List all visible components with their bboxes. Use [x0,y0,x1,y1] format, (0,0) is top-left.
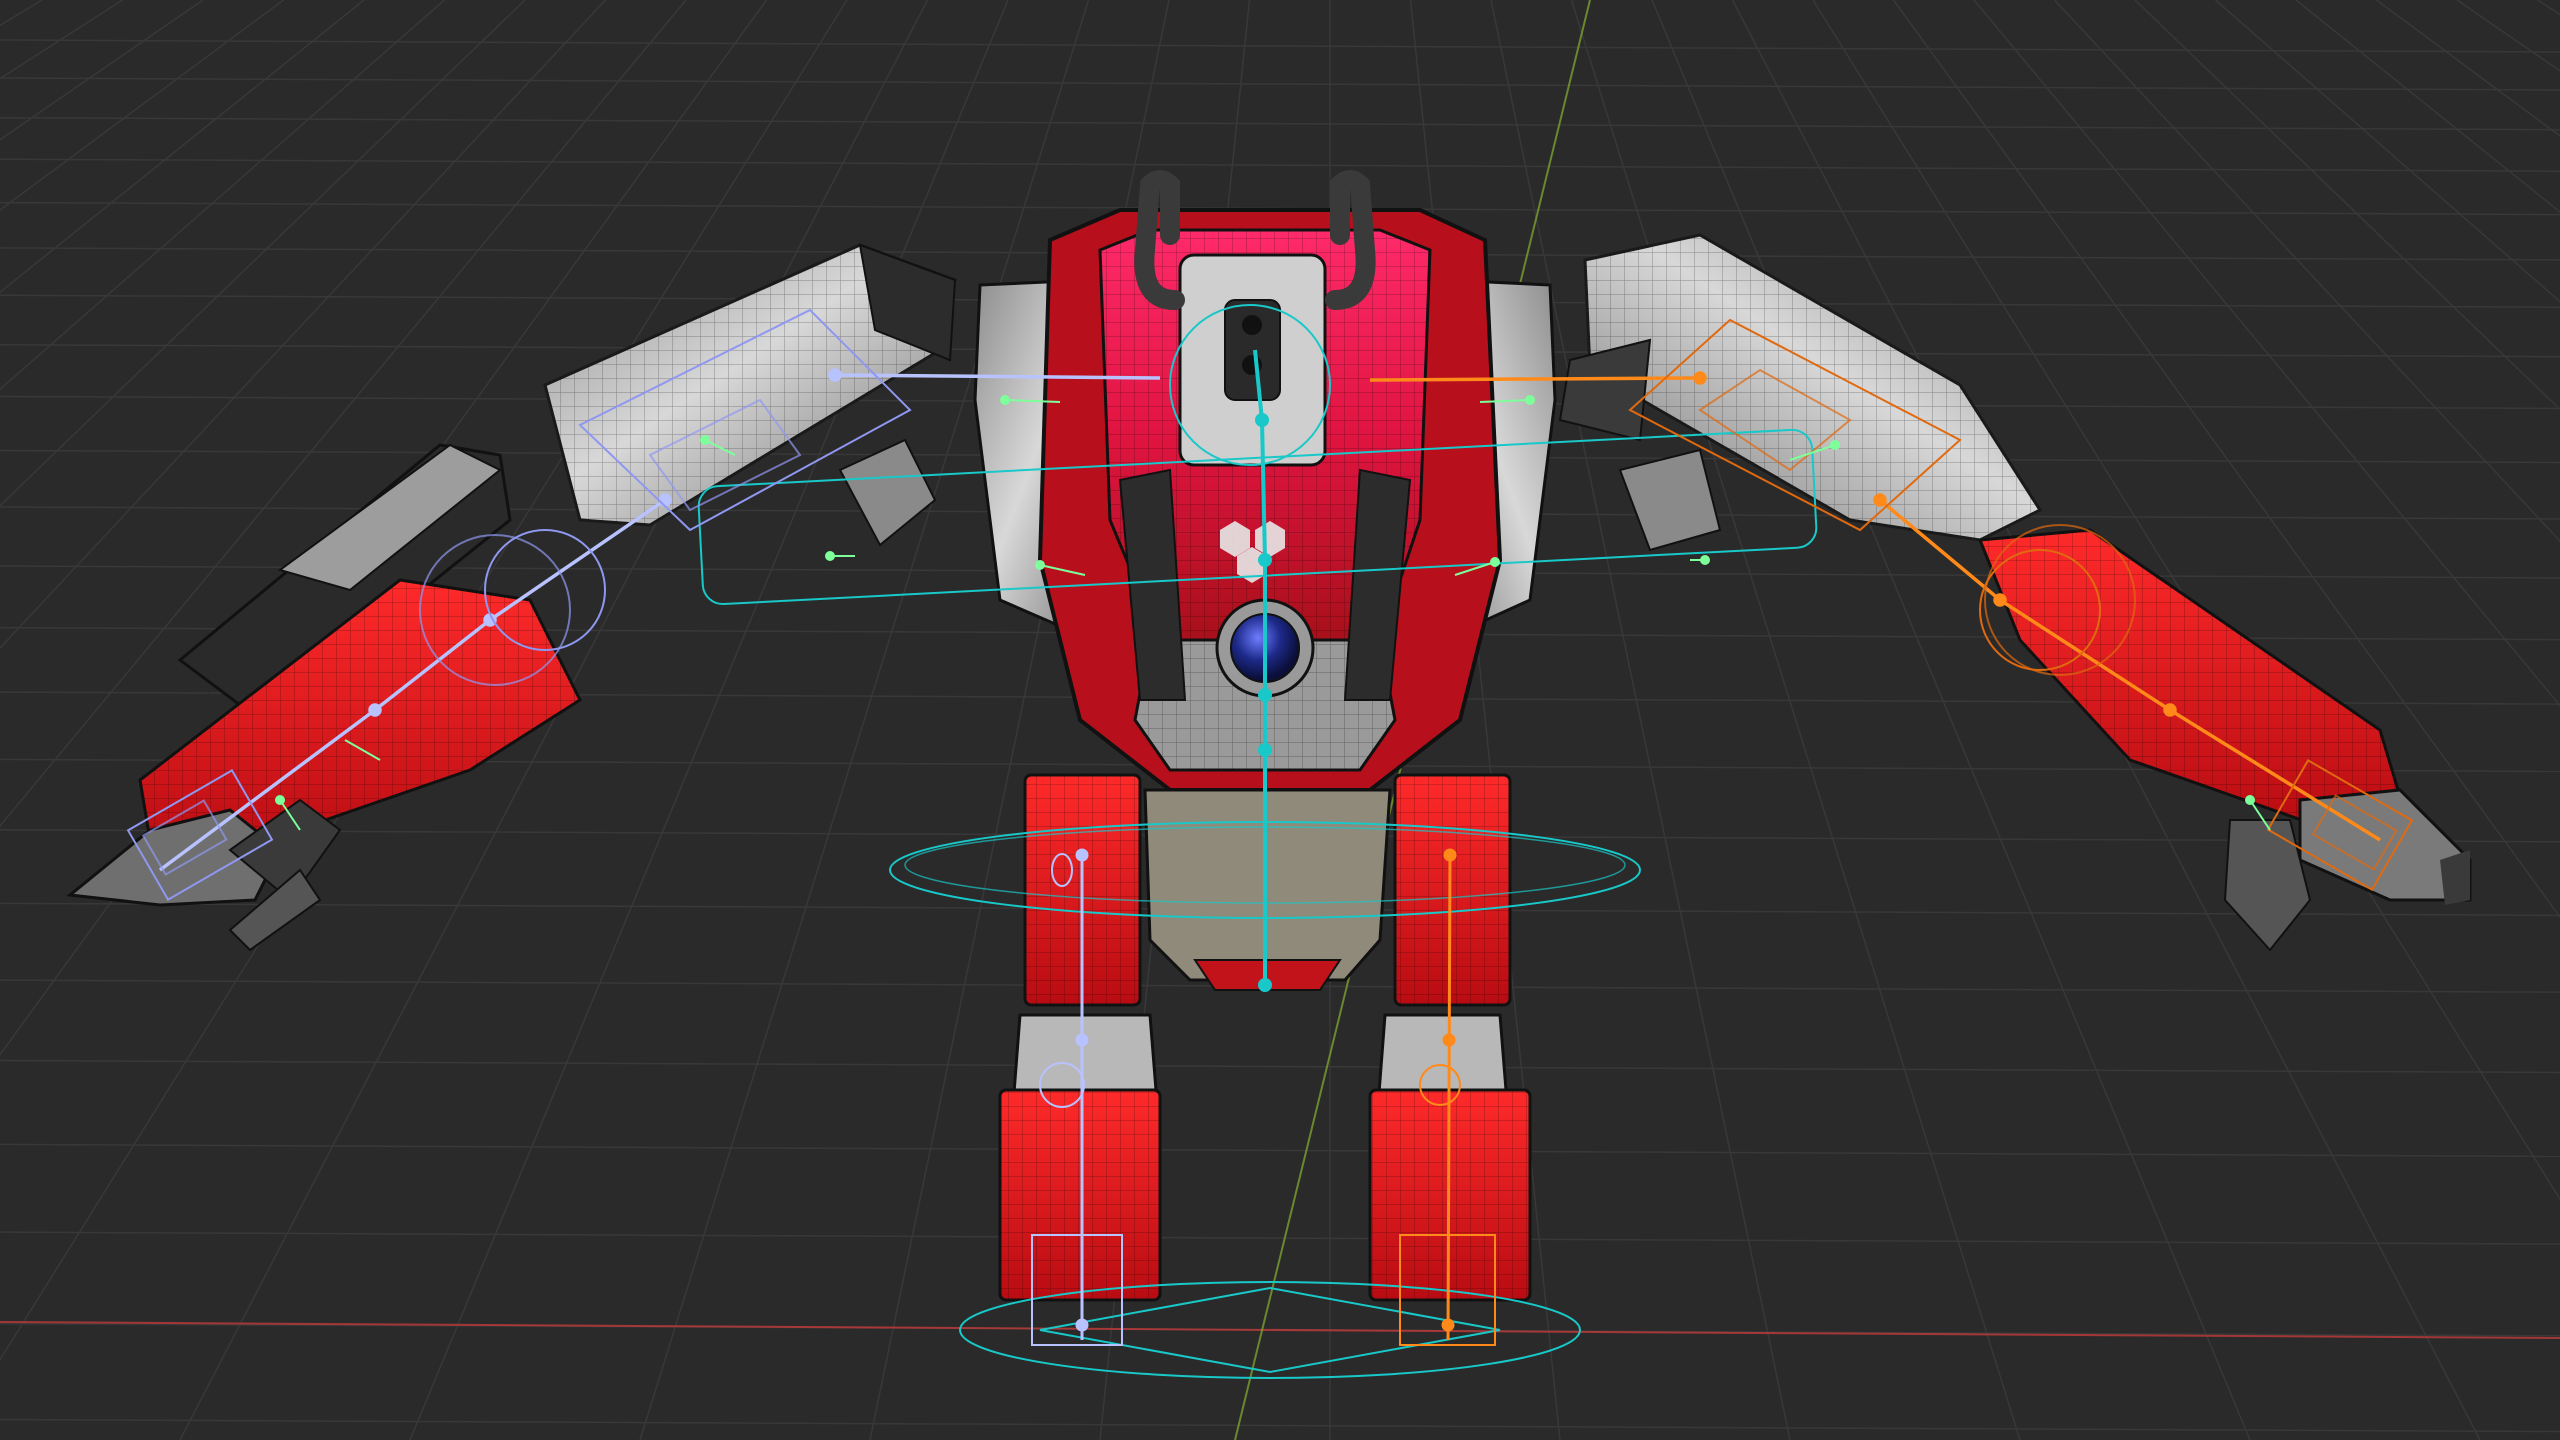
3d-viewport[interactable] [0,0,2560,1440]
pelvis-mesh[interactable] [1143,788,1392,982]
grid-line [0,1143,2560,1158]
grid-line [0,158,2560,172]
right-arm-mesh[interactable] [1558,233,2472,952]
grid-line [0,1059,2560,1074]
robot-mesh[interactable] [66,170,2472,1302]
grid-line [2537,0,2560,16]
grid-line [0,39,2560,53]
grid-line [1570,0,2021,1440]
grid-line [0,1231,2560,1245]
x-axis-line [0,1321,2560,1339]
grid-line [0,116,2560,131]
grid-line [0,1418,2560,1433]
grid-line [0,0,43,27]
grid-line [0,0,204,141]
viewport-scene[interactable] [0,0,2560,1440]
grid-line [2376,0,2560,137]
grid-line [0,0,123,80]
grid-line [0,77,2560,91]
grid-line [2456,0,2560,72]
